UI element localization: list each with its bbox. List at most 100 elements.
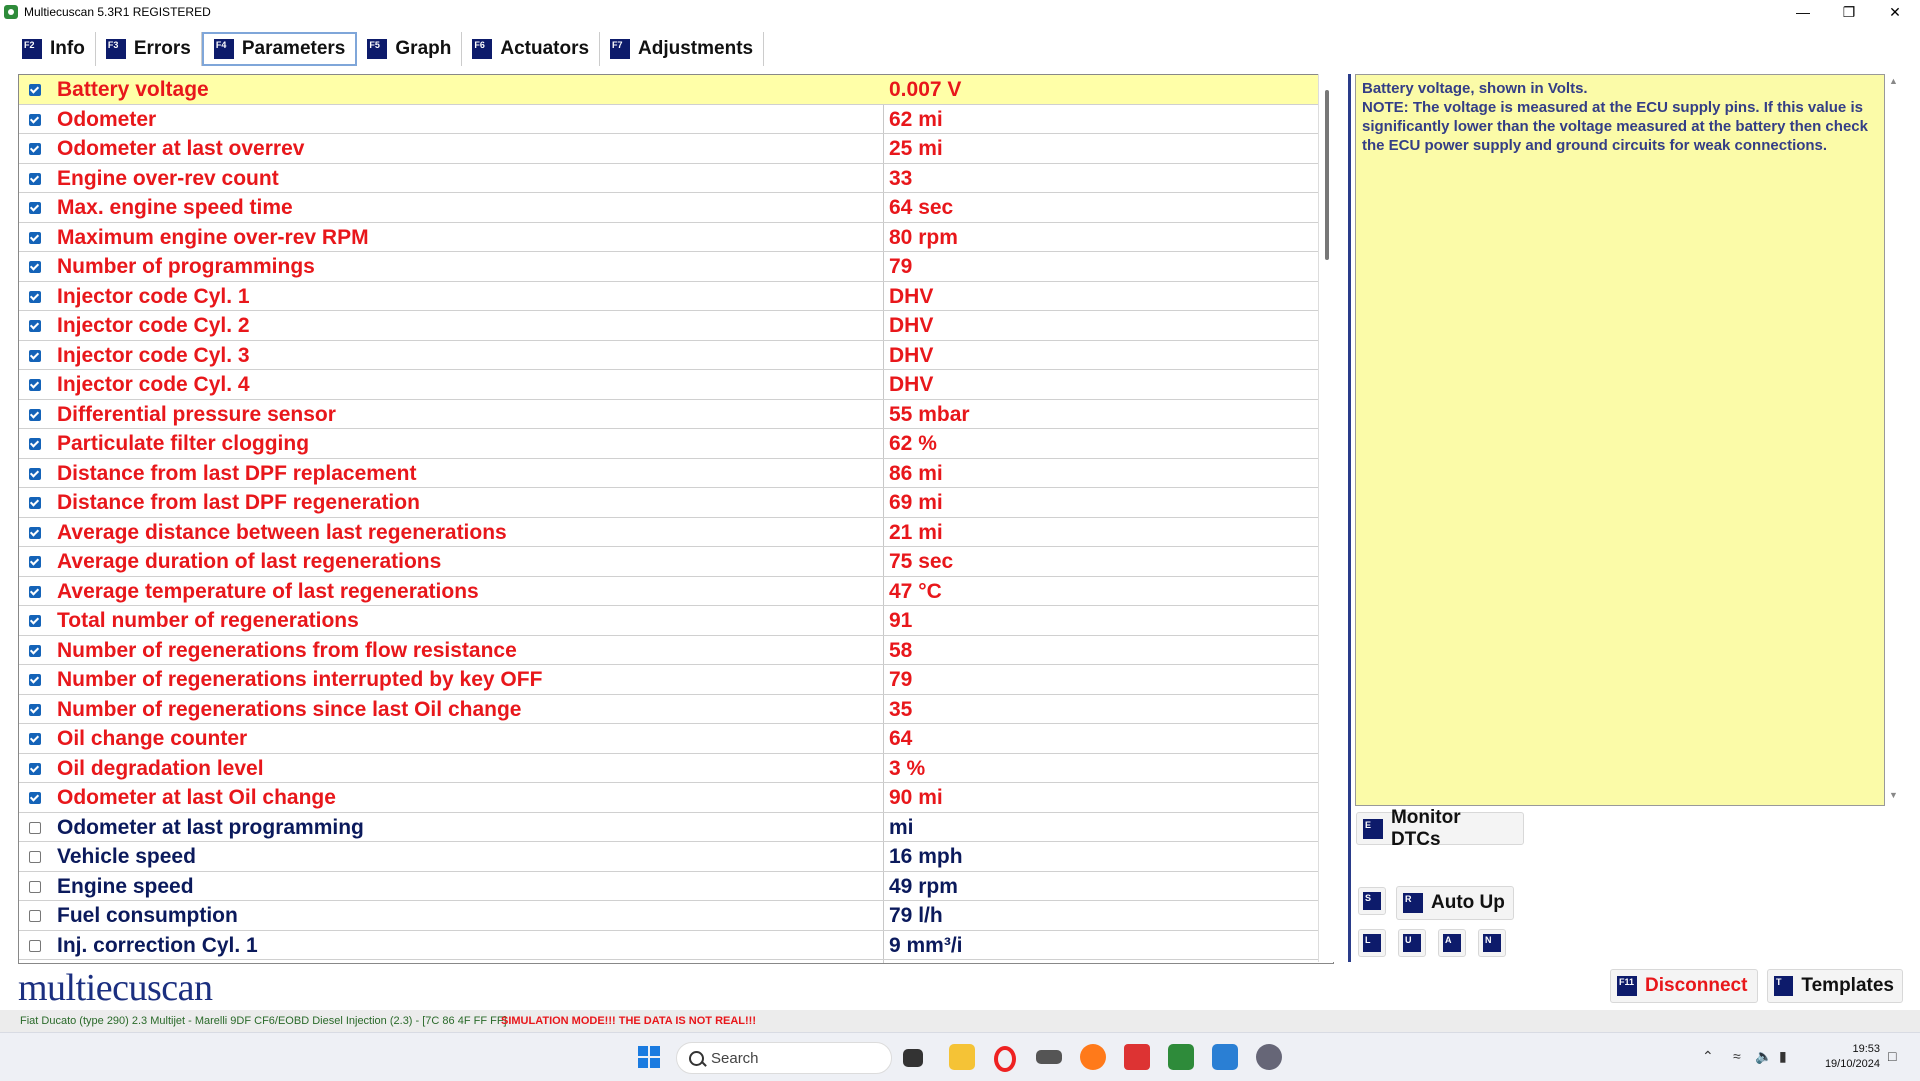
parameter-row[interactable]: Number of regenerations since last Oil c… bbox=[19, 695, 1329, 724]
parameter-checkbox[interactable] bbox=[29, 585, 41, 598]
parameter-row[interactable]: Maximum engine over-rev RPM 80 rpm bbox=[19, 223, 1329, 252]
parameter-row[interactable]: Odometer at last Oil change 90 mi bbox=[19, 783, 1329, 813]
parameter-row[interactable]: Odometer 62 mi bbox=[19, 105, 1329, 134]
restore-button[interactable]: ❐ bbox=[1826, 0, 1872, 24]
parameter-row[interactable]: Oil degradation level 3 % bbox=[19, 754, 1329, 783]
parameter-row[interactable]: Average duration of last regenerations 75… bbox=[19, 547, 1329, 577]
monitor-dtcs-button[interactable]: E Monitor DTCs bbox=[1356, 807, 1524, 850]
battery-icon[interactable]: ▮ bbox=[1779, 1048, 1787, 1065]
auto-up-button[interactable]: R Auto Up bbox=[1396, 886, 1514, 920]
parameter-row[interactable]: Odometer at last programming mi bbox=[19, 813, 1329, 842]
volume-icon[interactable]: 🔈 bbox=[1755, 1048, 1772, 1065]
parameter-row[interactable]: Engine over-rev count 33 bbox=[19, 164, 1329, 193]
l-button[interactable]: L bbox=[1358, 929, 1386, 957]
parameter-checkbox[interactable] bbox=[29, 113, 41, 126]
clock[interactable]: 19:53 19/10/2024 bbox=[1825, 1042, 1880, 1072]
parameter-row[interactable]: Oil change counter 64 bbox=[19, 724, 1329, 754]
disconnect-button[interactable]: F11 Disconnect bbox=[1610, 969, 1758, 1003]
file-explorer-icon[interactable] bbox=[949, 1044, 975, 1070]
parameter-row[interactable]: Fuel consumption 79 l/h bbox=[19, 901, 1329, 931]
parameter-row[interactable]: Distance from last DPF replacement 86 mi bbox=[19, 459, 1329, 488]
parameter-row[interactable]: Vehicle speed 16 mph bbox=[19, 842, 1329, 872]
parameter-row[interactable]: Average distance between last regenerati… bbox=[19, 518, 1329, 547]
parameter-row[interactable]: Engine speed 49 rpm bbox=[19, 872, 1329, 901]
windows-start-icon[interactable] bbox=[638, 1046, 660, 1068]
scrollbar-thumb[interactable] bbox=[1325, 90, 1329, 260]
panel-splitter[interactable] bbox=[1348, 74, 1351, 962]
parameter-row[interactable]: Number of regenerations from flow resist… bbox=[19, 636, 1329, 665]
parameter-checkbox[interactable] bbox=[29, 615, 41, 627]
close-button[interactable]: ✕ bbox=[1872, 0, 1918, 24]
parameter-checkbox[interactable] bbox=[29, 526, 41, 539]
parameter-checkbox[interactable] bbox=[29, 349, 41, 362]
notification-icon[interactable]: □ bbox=[1888, 1048, 1896, 1064]
taskbar-search[interactable]: Search bbox=[676, 1042, 892, 1074]
parameter-checkbox[interactable] bbox=[29, 497, 41, 509]
parameter-row[interactable]: Odometer at last overrev 25 mi bbox=[19, 134, 1329, 164]
parameter-row[interactable]: Number of programmings 79 bbox=[19, 252, 1329, 282]
parameter-checkbox[interactable] bbox=[29, 320, 41, 332]
parameter-checkbox[interactable] bbox=[29, 851, 41, 863]
tab-graph[interactable]: F5 Graph bbox=[357, 32, 463, 66]
tab-errors[interactable]: F3 Errors bbox=[96, 32, 202, 66]
parameter-checkbox[interactable] bbox=[29, 703, 41, 716]
parameter-checkbox[interactable] bbox=[29, 231, 41, 244]
minimize-button[interactable]: — bbox=[1780, 0, 1826, 24]
parameter-row[interactable]: Injector code Cyl. 1 DHV bbox=[19, 282, 1329, 311]
parameters-table[interactable]: Battery voltage 0.007 V Odometer 62 mi Odome… bbox=[18, 74, 1334, 964]
parameter-checkbox[interactable] bbox=[29, 172, 41, 185]
firefox-icon[interactable] bbox=[1080, 1044, 1106, 1070]
parameter-row[interactable]: Average temperature of last regeneration… bbox=[19, 577, 1329, 606]
tab-adjustments[interactable]: F7 Adjustments bbox=[600, 32, 765, 66]
parameter-row[interactable]: Injector code Cyl. 3 DHV bbox=[19, 341, 1329, 370]
tray-chevron-icon[interactable]: ⌃ bbox=[1702, 1048, 1714, 1065]
parameter-checkbox[interactable] bbox=[29, 556, 41, 568]
app-icon[interactable] bbox=[1212, 1044, 1238, 1070]
a-button[interactable]: A bbox=[1438, 929, 1466, 957]
opera-icon[interactable] bbox=[994, 1046, 1016, 1072]
parameter-row[interactable]: Number of regenerations interrupted by k… bbox=[19, 665, 1329, 695]
parameter-row[interactable]: Differential pressure sensor 55 mbar bbox=[19, 400, 1329, 429]
u-button[interactable]: U bbox=[1398, 929, 1426, 957]
table-scrollbar[interactable] bbox=[1318, 74, 1335, 962]
parameter-checkbox[interactable] bbox=[29, 821, 41, 834]
parameter-checkbox[interactable] bbox=[29, 644, 41, 657]
parameter-checkbox[interactable] bbox=[29, 143, 41, 155]
parameter-row[interactable]: Inj. correction Cyl. 1 9 mm³/i bbox=[19, 931, 1329, 960]
parameter-checkbox[interactable] bbox=[29, 379, 41, 391]
parameter-row[interactable]: Distance from last DPF regeneration 69 mi bbox=[19, 488, 1329, 518]
multiecuscan-taskbar-icon[interactable] bbox=[1168, 1044, 1194, 1070]
description-scrollbar[interactable]: ▲ ▼ bbox=[1886, 74, 1900, 806]
scroll-down-icon[interactable]: ▼ bbox=[1889, 790, 1898, 800]
parameter-checkbox[interactable] bbox=[29, 467, 41, 480]
wifi-icon[interactable]: ≈ bbox=[1733, 1048, 1741, 1064]
parameter-checkbox[interactable] bbox=[29, 290, 41, 303]
parameter-checkbox[interactable] bbox=[29, 733, 41, 745]
tab-actuators[interactable]: F6 Actuators bbox=[462, 32, 601, 66]
parameter-checkbox[interactable] bbox=[29, 880, 41, 893]
parameter-checkbox[interactable] bbox=[29, 84, 41, 96]
parameter-row[interactable]: Particulate filter clogging 62 % bbox=[19, 429, 1329, 459]
templates-button[interactable]: T Templates bbox=[1767, 969, 1903, 1003]
parameter-checkbox[interactable] bbox=[29, 792, 41, 804]
task-view-icon[interactable] bbox=[903, 1049, 923, 1067]
parameter-checkbox[interactable] bbox=[29, 408, 41, 421]
parameter-checkbox[interactable] bbox=[29, 674, 41, 686]
parameter-row[interactable]: Injector code Cyl. 2 DHV bbox=[19, 311, 1329, 341]
app-icon[interactable] bbox=[1036, 1050, 1062, 1064]
parameter-row[interactable]: Max. engine speed time 64 sec bbox=[19, 193, 1329, 223]
tab-parameters[interactable]: F4 Parameters bbox=[201, 32, 358, 66]
parameter-checkbox[interactable] bbox=[29, 910, 41, 922]
parameter-checkbox[interactable] bbox=[29, 438, 41, 450]
parameter-row[interactable]: Injector code Cyl. 4 DHV bbox=[19, 370, 1329, 400]
settings-icon[interactable] bbox=[1256, 1044, 1282, 1070]
scroll-up-icon[interactable]: ▲ bbox=[1889, 76, 1898, 86]
parameter-checkbox[interactable] bbox=[29, 762, 41, 775]
n-button[interactable]: N bbox=[1478, 929, 1506, 957]
parameter-checkbox[interactable] bbox=[29, 939, 41, 952]
parameter-checkbox[interactable] bbox=[29, 261, 41, 273]
tab-info[interactable]: F2 Info bbox=[12, 32, 96, 66]
parameter-row[interactable]: Battery voltage 0.007 V bbox=[19, 75, 1329, 105]
app-icon[interactable] bbox=[1124, 1044, 1150, 1070]
parameter-row[interactable]: Total number of regenerations 91 bbox=[19, 606, 1329, 636]
